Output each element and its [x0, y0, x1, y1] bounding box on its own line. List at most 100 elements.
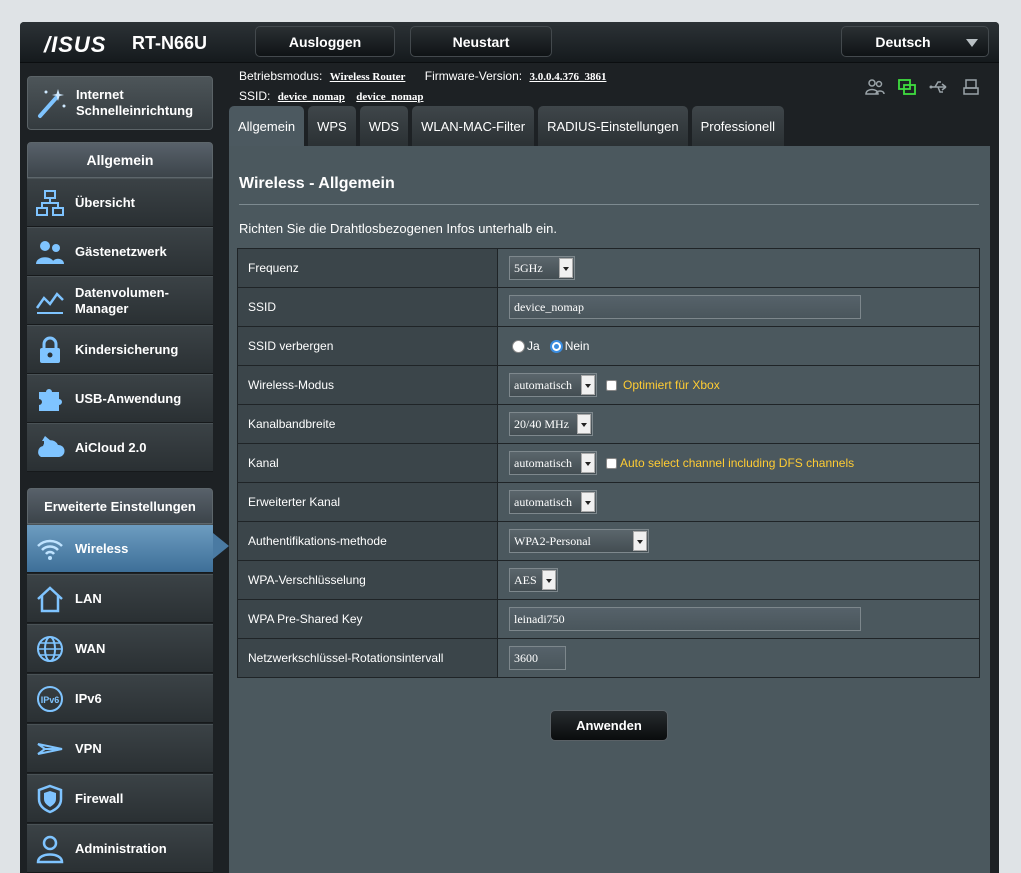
chart-icon [35, 291, 64, 314]
hide-ssid-no-label: Nein [564, 339, 590, 353]
sidebar-item-wan[interactable]: WAN [27, 624, 213, 673]
chevron-down-icon [542, 570, 556, 590]
quick-internet-setup-button[interactable]: Internet Schnelleinrichtung [27, 76, 213, 130]
sidebar-item-label: Wireless [75, 541, 129, 556]
router-admin-window: /ISUS RT-N66U Ausloggen Neustart Deutsch… [20, 22, 999, 873]
operation-info-line: Betriebsmodus: Wireless Router Firmware-… [239, 69, 614, 83]
hide-ssid-no-radio[interactable] [549, 339, 563, 353]
sidebar-item-overview[interactable]: Übersicht [27, 178, 213, 227]
tab-general[interactable]: Allgemein [229, 106, 305, 146]
mode-link[interactable]: Wireless Router [330, 71, 406, 83]
ssid-link-1[interactable]: device_nomap [278, 91, 345, 103]
dfs-channel-checkbox[interactable] [606, 457, 617, 469]
encryption-select[interactable]: AES [509, 568, 558, 592]
hide-ssid-yes-label: Ja [527, 339, 540, 353]
tab-mac-filter[interactable]: WLAN-MAC-Filter [412, 106, 535, 146]
chevron-down-icon [581, 492, 595, 512]
tab-professional[interactable]: Professionell [691, 106, 785, 146]
sidebar-item-vpn[interactable]: VPN [27, 724, 213, 773]
hide-ssid-yes-radio[interactable] [512, 339, 525, 353]
home-icon [37, 585, 63, 612]
sidebar-item-firewall[interactable]: Firewall [27, 774, 213, 823]
globe-icon [37, 635, 63, 662]
brand-logo: /ISUS [44, 32, 107, 57]
sidebar-item-label: Administration [75, 841, 167, 856]
form-row: WPA-Verschlüsselung AES [238, 561, 979, 600]
tab-wds[interactable]: WDS [359, 106, 409, 146]
ssid-field-label: SSID [238, 288, 498, 326]
sidebar-item-parental-control[interactable]: Kindersicherung [27, 325, 213, 374]
channel-value: automatisch [514, 455, 572, 470]
sidebar-item-label: IPv6 [75, 691, 102, 706]
bandwidth-select[interactable]: 20/40 MHz [509, 412, 593, 436]
form-row: Erweiterter Kanal automatisch [238, 483, 979, 522]
ext-channel-value: automatisch [514, 494, 572, 509]
ext-channel-select[interactable]: automatisch [509, 490, 597, 514]
sidebar-item-usb-application[interactable]: USB-Anwendung [27, 374, 213, 423]
sidebar-item-administration[interactable]: Administration [27, 824, 213, 873]
ssid-info-line: SSID: device_nomap device_nomap [239, 89, 432, 103]
firmware-label: Firmware-Version: [424, 69, 523, 83]
chevron-down-icon [559, 258, 573, 278]
rotation-input[interactable]: 3600 [509, 646, 566, 670]
general-section-heading: Allgemein [27, 142, 213, 178]
sidebar-item-label: WAN [75, 641, 106, 656]
psk-input[interactable]: leinadi750 [509, 607, 861, 631]
frequency-select[interactable]: 5GHz [509, 256, 575, 280]
apply-button[interactable]: Anwenden [550, 710, 668, 741]
auth-method-label: Authentifikations-methode [238, 522, 498, 560]
sidebar-item-lan[interactable]: LAN [27, 574, 213, 623]
xbox-optimize-checkbox[interactable] [606, 379, 617, 391]
sidebar-item-label: Gästenetzwerk [75, 244, 167, 259]
tab-radius[interactable]: RADIUS-Einstellungen [538, 106, 688, 146]
usb-icon[interactable] [929, 78, 949, 96]
clients-icon[interactable] [865, 78, 885, 96]
admin-user-icon [36, 835, 64, 863]
sidebar-item-wireless[interactable]: Wireless [27, 524, 213, 573]
form-row: SSID device_nomap [238, 288, 979, 327]
printer-icon[interactable] [961, 78, 981, 96]
wireless-mode-select[interactable]: automatisch [509, 373, 597, 397]
page-description: Richten Sie die Drahtlosbezogenen Infos … [239, 221, 557, 236]
ssid-link-2[interactable]: device_nomap [356, 91, 423, 103]
status-icons [865, 78, 981, 96]
auth-method-select[interactable]: WPA2-Personal [509, 529, 649, 553]
puzzle-icon [39, 388, 62, 411]
form-row: Kanalbandbreite 20/40 MHz [238, 405, 979, 444]
network-map-icon [36, 189, 64, 216]
ext-channel-label: Erweiterter Kanal [238, 483, 498, 521]
rotation-label: Netzwerkschlüssel-Rotationsintervall [238, 639, 498, 677]
content-panel: Wireless - Allgemein Richten Sie die Dra… [229, 146, 990, 873]
sidebar-item-aicloud[interactable]: AiCloud 2.0 [27, 423, 213, 472]
form-row: SSID verbergen Ja Nein [238, 327, 979, 366]
chevron-down-icon [581, 453, 595, 473]
lock-icon [40, 336, 60, 363]
auth-method-value: WPA2-Personal [514, 533, 591, 548]
channel-select[interactable]: automatisch [509, 451, 597, 475]
sidebar-item-traffic-manager[interactable]: Datenvolumen-Manager [27, 276, 213, 325]
bandwidth-label: Kanalbandbreite [238, 405, 498, 443]
sidebar-item-label: VPN [75, 741, 102, 756]
firmware-link[interactable]: 3.0.0.4.376_3861 [529, 71, 606, 83]
logout-button[interactable]: Ausloggen [255, 26, 395, 57]
form-row: Authentifikations-methode WPA2-Personal [238, 522, 979, 561]
form-row: WPA Pre-Shared Key leinadi750 [238, 600, 979, 639]
magic-wand-icon [38, 89, 66, 118]
form-row: Kanal automatisch Auto select channel in… [238, 444, 979, 483]
internet-status-icon[interactable] [897, 78, 917, 96]
form-row: Frequenz 5GHz [238, 249, 979, 288]
sidebar-item-ipv6[interactable]: IPv6 IPv6 [27, 674, 213, 723]
form-row: Wireless-Modus automatisch Optimiert für… [238, 366, 979, 405]
sidebar-item-label: Übersicht [75, 195, 135, 210]
language-select[interactable]: Deutsch [841, 26, 989, 57]
encryption-value: AES [514, 572, 537, 587]
sidebar-item-label: Datenvolumen-Manager [75, 284, 169, 316]
mode-label: Betriebsmodus: [239, 69, 323, 83]
sidebar-item-guest-network[interactable]: Gästenetzwerk [27, 227, 213, 276]
restart-button[interactable]: Neustart [410, 26, 552, 57]
chevron-down-icon [581, 375, 595, 395]
ssid-input[interactable]: device_nomap [509, 295, 861, 319]
sidebar-item-label: USB-Anwendung [75, 391, 182, 406]
tab-wps[interactable]: WPS [308, 106, 356, 146]
chevron-down-icon [633, 531, 647, 551]
